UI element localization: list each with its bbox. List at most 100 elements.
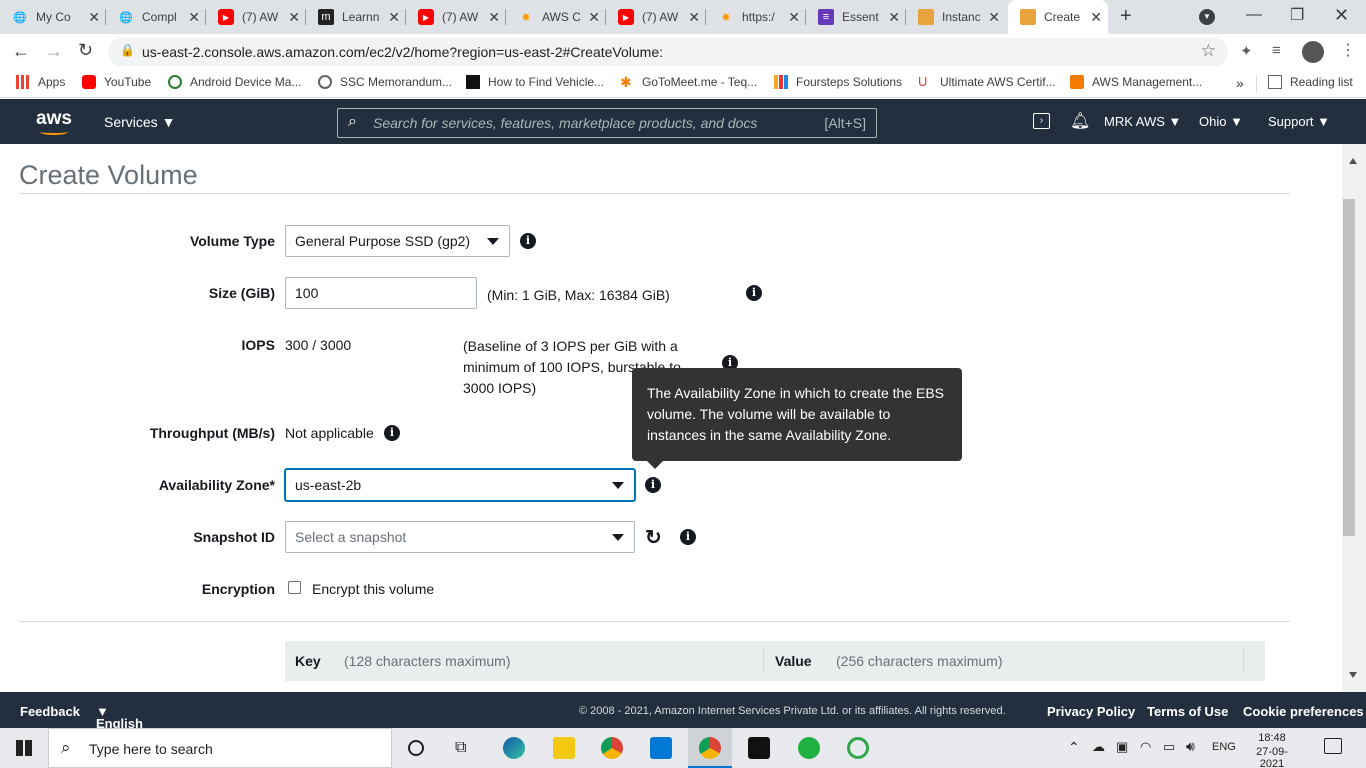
- bookmark-star-icon[interactable]: ☆: [1201, 41, 1216, 61]
- restore-icon[interactable]: ❐: [1290, 5, 1304, 25]
- back-icon[interactable]: ←: [12, 41, 30, 62]
- media-control-icon[interactable]: ≡: [1272, 42, 1281, 59]
- browser-tab[interactable]: 🌐 My Co ✕: [0, 0, 106, 34]
- language-selector[interactable]: English (US) ▼: [96, 704, 143, 746]
- bookmark-android[interactable]: Android Device Ma...: [168, 75, 301, 89]
- size-input[interactable]: 100: [285, 277, 477, 309]
- close-tab-icon[interactable]: ✕: [588, 9, 600, 26]
- battery-icon[interactable]: ▭: [1163, 739, 1175, 755]
- close-tab-icon[interactable]: ✕: [288, 9, 300, 26]
- minimize-icon[interactable]: —: [1246, 6, 1262, 24]
- volume-icon[interactable]: 🔊︎: [1186, 738, 1195, 755]
- close-tab-icon[interactable]: ✕: [88, 9, 100, 26]
- app-ring-icon[interactable]: [847, 737, 869, 759]
- bookmark-vehicle[interactable]: How to Find Vehicle...: [466, 75, 604, 89]
- mail-icon[interactable]: [650, 737, 672, 759]
- browser-tab[interactable]: ✸ https:/✕: [706, 0, 806, 34]
- aws-search-box[interactable]: ⌕ Search for services, features, marketp…: [337, 108, 877, 138]
- account-menu[interactable]: MRK AWS ▼: [1104, 114, 1181, 129]
- encrypt-checkbox[interactable]: [288, 581, 301, 594]
- close-tab-icon[interactable]: ✕: [488, 9, 500, 26]
- aws-logo[interactable]: aws: [36, 108, 72, 130]
- profile-avatar[interactable]: [1302, 41, 1324, 63]
- chrome-icon[interactable]: [601, 737, 623, 759]
- extensions-icon[interactable]: ✦: [1240, 42, 1253, 60]
- bookmark-udemy[interactable]: U Ultimate AWS Certif...: [918, 74, 1056, 90]
- browser-tab-active[interactable]: Create ✕: [1008, 0, 1108, 34]
- task-view-icon[interactable]: ⧉: [455, 739, 466, 757]
- bookmark-ssc[interactable]: SSC Memorandum...: [318, 75, 452, 89]
- wifi-icon[interactable]: ◠: [1140, 739, 1151, 755]
- chrome-icon[interactable]: [699, 737, 721, 759]
- taskbar-search[interactable]: ⌕ Type here to search: [48, 728, 392, 768]
- clock[interactable]: 18:48 27-09-2021: [1246, 732, 1298, 768]
- tray-chevron-up-icon[interactable]: ⌃: [1068, 739, 1080, 756]
- info-icon[interactable]: i: [645, 477, 661, 493]
- bookmark-aws-management[interactable]: AWS Management...: [1070, 75, 1202, 89]
- info-icon[interactable]: i: [520, 233, 536, 249]
- browser-tab[interactable]: ▶ (7) AW ✕: [406, 0, 506, 34]
- bookmark-foursteps[interactable]: Foursteps Solutions: [774, 75, 902, 89]
- reading-list[interactable]: Reading list: [1268, 75, 1353, 89]
- notification-center-icon[interactable]: [1324, 738, 1342, 754]
- bookmark-youtube[interactable]: YouTube: [82, 75, 151, 89]
- windows-start-icon[interactable]: [16, 740, 32, 756]
- close-tab-icon[interactable]: ✕: [988, 9, 1000, 26]
- close-tab-icon[interactable]: ✕: [1090, 9, 1102, 26]
- close-tab-icon[interactable]: ✕: [788, 9, 800, 26]
- encrypt-checkbox-label[interactable]: Encrypt this volume: [312, 581, 434, 597]
- availability-zone-select[interactable]: us-east-2b: [285, 469, 635, 501]
- info-icon[interactable]: i: [746, 285, 762, 301]
- scroll-up-icon[interactable]: [1349, 158, 1357, 164]
- info-icon[interactable]: i: [680, 529, 696, 545]
- close-tab-icon[interactable]: ✕: [888, 9, 900, 26]
- support-menu[interactable]: Support ▼: [1268, 114, 1330, 129]
- volume-type-select[interactable]: General Purpose SSD (gp2): [285, 225, 510, 257]
- close-tab-icon[interactable]: ✕: [388, 9, 400, 26]
- copyright-text: © 2008 - 2021, Amazon Internet Services …: [579, 705, 1006, 717]
- info-icon[interactable]: i: [384, 425, 400, 441]
- address-bar[interactable]: 🔒 us-east-2.console.aws.amazon.com/ec2/v…: [108, 38, 1228, 66]
- tab-search-icon[interactable]: ▼: [1199, 9, 1215, 25]
- region-menu[interactable]: Ohio ▼: [1199, 114, 1243, 129]
- bar-chart-icon: [774, 75, 788, 89]
- privacy-policy-link[interactable]: Privacy Policy: [1047, 704, 1135, 719]
- cookie-preferences-link[interactable]: Cookie preferences: [1243, 704, 1364, 719]
- bookmark-gotomeet[interactable]: ✱ GoToMeet.me - Teq...: [620, 75, 757, 89]
- refresh-icon[interactable]: ↻: [645, 525, 662, 550]
- file-explorer-icon[interactable]: [553, 737, 575, 759]
- scrollbar-thumb[interactable]: [1343, 199, 1355, 536]
- menu-icon[interactable]: ⋮: [1340, 40, 1356, 60]
- list-icon: ≡: [818, 9, 834, 25]
- atom-icon[interactable]: [798, 737, 820, 759]
- browser-tab[interactable]: m Learnn ✕: [306, 0, 406, 34]
- terms-of-use-link[interactable]: Terms of Use: [1147, 704, 1228, 719]
- services-menu[interactable]: Services ▼: [104, 114, 175, 130]
- new-tab-icon[interactable]: +: [1120, 5, 1132, 28]
- browser-tab[interactable]: ✸ AWS C ✕: [506, 0, 606, 34]
- reload-icon[interactable]: ↻: [78, 40, 93, 61]
- browser-tab[interactable]: ▶ (7) AW ✕: [206, 0, 306, 34]
- cloudshell-icon[interactable]: ›: [1033, 113, 1050, 129]
- notification-bell-icon[interactable]: 🔔︎: [1070, 111, 1090, 131]
- more-bookmarks-icon[interactable]: »: [1236, 75, 1244, 91]
- close-tab-icon[interactable]: ✕: [688, 9, 700, 26]
- bookmark-apps[interactable]: Apps: [16, 75, 65, 89]
- browser-tab[interactable]: ▶ (7) AW ✕: [606, 0, 706, 34]
- close-window-icon[interactable]: ✕: [1334, 5, 1349, 26]
- feedback-link[interactable]: Feedback: [20, 704, 80, 719]
- forward-icon[interactable]: →: [45, 41, 63, 62]
- scroll-down-icon[interactable]: [1349, 672, 1357, 678]
- udemy-icon: U: [918, 74, 928, 89]
- tray-app-icon[interactable]: ▣: [1116, 739, 1128, 755]
- snapshot-select[interactable]: Select a snapshot: [285, 521, 635, 553]
- language-indicator[interactable]: ENG: [1212, 741, 1236, 753]
- browser-tab[interactable]: Instanc ✕: [906, 0, 1006, 34]
- browser-tab[interactable]: 🌐 Compl ✕: [106, 0, 206, 34]
- edge-icon[interactable]: [503, 737, 525, 759]
- cortana-icon[interactable]: [408, 740, 424, 756]
- browser-tab[interactable]: ≡ Essent ✕: [806, 0, 906, 34]
- close-tab-icon[interactable]: ✕: [188, 9, 200, 26]
- terminal-icon[interactable]: [748, 737, 770, 759]
- network-drive-icon[interactable]: ☁: [1092, 739, 1105, 755]
